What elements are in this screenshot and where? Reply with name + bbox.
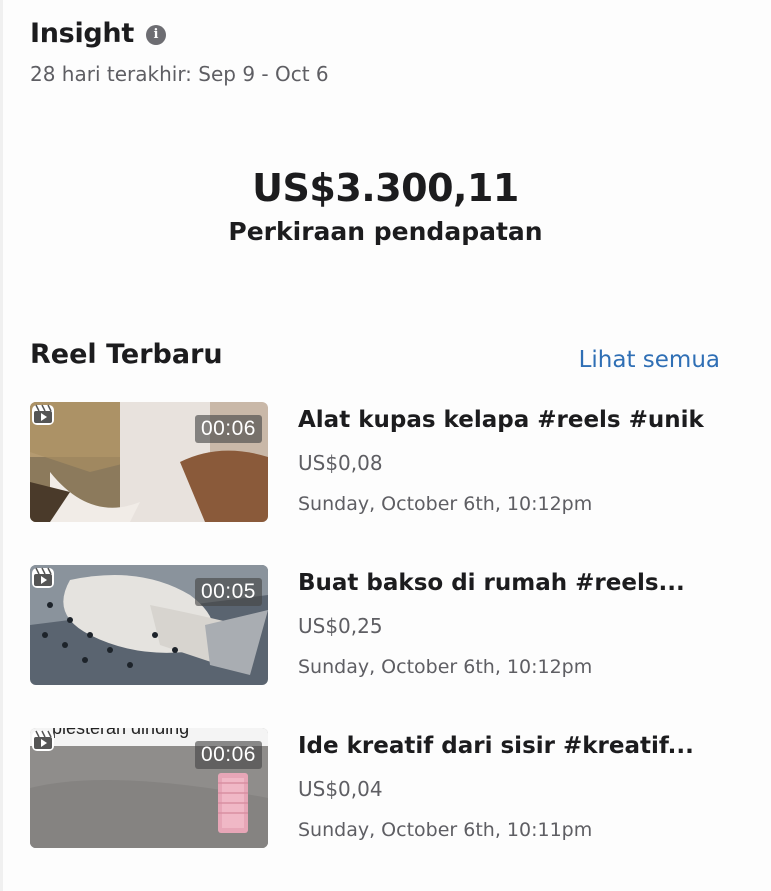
reel-meta: Alat kupas kelapa #reels #unik US$0,08 S… (298, 402, 704, 522)
earnings-summary: US$3.300,11 Perkiraan pendapatan (0, 163, 771, 249)
left-edge-divider (0, 0, 3, 891)
duration-badge: 00:06 (194, 415, 262, 443)
reel-thumbnail[interactable]: plesteran dinding 00:06 (30, 728, 268, 848)
see-all-link[interactable]: Lihat semua (579, 341, 720, 379)
earnings-amount: US$3.300,11 (252, 166, 519, 210)
section-title: Reel Terbaru (30, 339, 223, 370)
duration-badge: 00:05 (194, 578, 262, 606)
reel-meta: Ide kreatif dari sisir #kreatif... US$0,… (298, 728, 694, 848)
reel-earning: US$0,04 (298, 777, 383, 801)
reel-thumbnail[interactable]: 00:05 (30, 565, 268, 685)
date-range: 28 hari terakhir: Sep 9 - Oct 6 (30, 62, 329, 86)
reel-earning: US$0,25 (298, 614, 383, 638)
reels-icon (32, 404, 54, 425)
title-row: Insight i (30, 14, 329, 54)
reel-meta: Buat bakso di rumah #reels... US$0,25 Su… (298, 565, 685, 685)
duration-badge: 00:06 (194, 741, 262, 769)
reels-icon (32, 567, 54, 588)
page-title: Insight (30, 18, 134, 49)
reel-thumbnail[interactable]: 00:06 (30, 402, 268, 522)
reel-date: Sunday, October 6th, 10:12pm (298, 493, 593, 515)
info-icon[interactable]: i (145, 25, 166, 45)
reel-title[interactable]: Alat kupas kelapa #reels #unik (298, 404, 704, 436)
recent-reels-header: Reel Terbaru Lihat semua (30, 331, 720, 379)
reel-item[interactable]: 00:06 Alat kupas kelapa #reels #unik US$… (30, 402, 730, 522)
thumbnail-caption: plesteran dinding (52, 728, 190, 738)
reel-earning: US$0,08 (298, 451, 383, 475)
reel-date: Sunday, October 6th, 10:11pm (298, 819, 593, 841)
insight-page: Insight i 28 hari terakhir: Sep 9 - Oct … (0, 0, 771, 891)
earnings-label: Perkiraan pendapatan (228, 217, 543, 246)
reels-icon (32, 730, 54, 751)
insight-header: Insight i 28 hari terakhir: Sep 9 - Oct … (30, 14, 329, 88)
reel-item[interactable]: 00:05 Buat bakso di rumah #reels... US$0… (30, 565, 730, 685)
reel-date: Sunday, October 6th, 10:12pm (298, 656, 593, 678)
reel-title[interactable]: Buat bakso di rumah #reels... (298, 567, 685, 599)
reel-title[interactable]: Ide kreatif dari sisir #kreatif... (298, 730, 694, 762)
reel-item[interactable]: plesteran dinding 00:06 Ide kreatif dari… (30, 728, 730, 848)
